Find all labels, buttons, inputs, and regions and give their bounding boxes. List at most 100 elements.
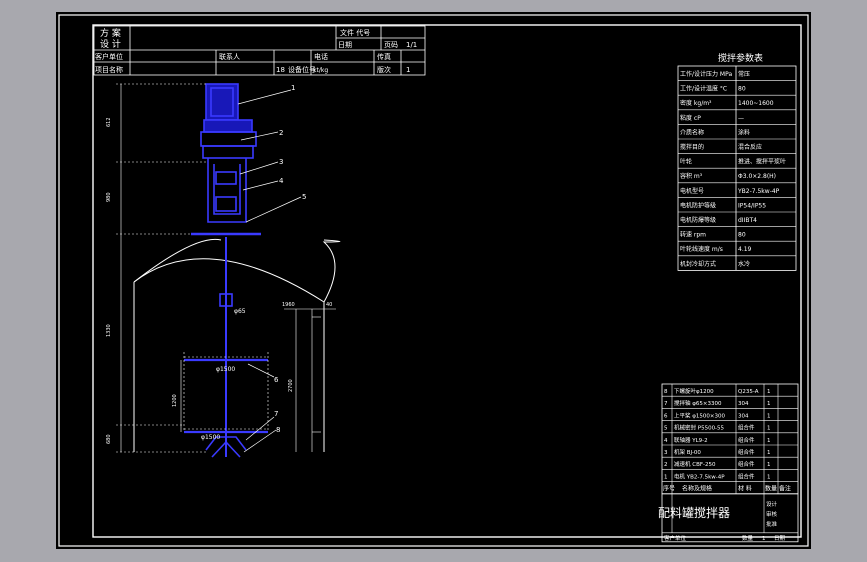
param-value: 1400~1600 [738, 100, 774, 107]
part-material: 组合件 [738, 448, 755, 456]
part-number-1: 1 [291, 84, 295, 92]
parts-header-name: 名称及规格 [682, 485, 712, 493]
param-label: 搅拌目的 [680, 143, 704, 151]
param-value: 4.19 [738, 246, 752, 253]
dim-top-right-a: 1960 [282, 302, 295, 308]
phone-label: 电话 [314, 52, 328, 61]
param-label: 电机型号 [680, 187, 704, 195]
part-qty: 1 [767, 450, 771, 456]
part-qty: 1 [767, 426, 771, 432]
scheme-label: 方 案 [100, 27, 121, 39]
page-label: 页码 [384, 41, 398, 49]
part-number-2: 2 [279, 129, 283, 137]
param-label: 工作/设计温度 °C [680, 85, 727, 93]
dim-vert-1: 1200 [172, 394, 178, 407]
part-number-6: 6 [274, 376, 279, 384]
param-value: YB2-7.5kw-4P [737, 188, 780, 195]
part-name: 下螺旋叶φ1200 [674, 387, 714, 395]
part-material: 组合件 [738, 460, 755, 468]
parts-header-qty: 数量 [765, 485, 777, 493]
footer-sheet-label: 数量 [742, 534, 754, 542]
dim-vert-2: 2700 [288, 379, 294, 392]
part-qty: 1 [767, 438, 771, 444]
footer-date-label: 日期 [774, 535, 786, 542]
part-qty: 1 [767, 474, 771, 480]
dim-side-2: 980 [106, 192, 112, 202]
part-no: 8 [664, 389, 668, 395]
param-label: 机封冷却方式 [680, 260, 716, 268]
drawing-canvas: 方 案 设 计 文件 代号 日期 页码 1/1 客户单位 联系人 电话 传真 项… [56, 12, 811, 549]
dim-side-3: 1330 [106, 324, 112, 337]
part-name: 上平桨 φ1500×300 [674, 411, 725, 419]
part-number-5: 5 [302, 193, 306, 201]
part-name: 机械密封 P5500-55 [674, 424, 725, 432]
footer-sheet-value: 1 [762, 536, 766, 542]
part-no: 5 [664, 426, 668, 432]
parts-header-no: 序号 [663, 485, 675, 493]
param-label: 叶轮线速度 m/s [680, 245, 723, 253]
param-value: dIIBT4 [738, 217, 757, 224]
dim-shaft: φ65 [234, 308, 246, 315]
part-qty: 1 [767, 462, 771, 468]
params-title: 搅拌参数表 [718, 52, 763, 64]
agitator-assembly [184, 83, 268, 458]
tank-vessel [133, 238, 341, 452]
file-code-label: 文件 代号 [340, 28, 370, 37]
part-no: 1 [664, 474, 668, 480]
part-material: 组合件 [738, 472, 755, 480]
part-name: 机架 BJ-00 [674, 448, 701, 456]
param-label: 容积 m³ [680, 172, 703, 180]
param-value: — [738, 115, 744, 122]
dim-top-right-b: 40 [326, 302, 332, 308]
dim-side-1: 612 [106, 117, 112, 127]
parts-header-material: 材 料 [738, 485, 752, 493]
param-label: 工作/设计压力 MPa [680, 70, 732, 78]
part-number-3: 3 [279, 158, 283, 166]
customer-label: 客户单位 [95, 52, 123, 61]
version-value: 1 [406, 66, 410, 74]
part-no: 4 [664, 438, 668, 444]
footer-company-label: 客户单位 [664, 534, 687, 542]
part-no: 6 [664, 413, 668, 419]
part-number-8: 8 [276, 426, 280, 434]
main-title: 配料罐搅拌器 [658, 505, 730, 520]
tag-label: 设备位号 [288, 65, 316, 74]
part-number-4: 4 [279, 177, 284, 185]
param-label: 密度 kg/m³ [680, 99, 712, 107]
signoff-check: 审核 [766, 510, 778, 518]
param-value: Φ3.0×2.8(H) [738, 173, 776, 180]
param-label: 电机防护等级 [680, 201, 716, 209]
param-label: 电机防爆等级 [680, 216, 716, 224]
param-label: 粘度 cP [680, 114, 701, 122]
fax-label: 传真 [377, 52, 391, 61]
project-label: 项目名称 [95, 65, 123, 74]
part-no: 2 [664, 462, 668, 468]
part-material: Q235-A [738, 389, 759, 395]
part-name: 联轴器 YL9-2 [674, 436, 708, 444]
tag-prefix: 18 [276, 66, 285, 74]
part-number-7: 7 [274, 410, 278, 418]
param-value: 混合反应 [738, 143, 762, 151]
version-label: 版次 [377, 65, 391, 74]
date-label: 日期 [338, 41, 352, 49]
cad-drawing: 方 案 设 计 文件 代号 日期 页码 1/1 客户单位 联系人 电话 传真 项… [58, 14, 809, 547]
part-qty: 1 [767, 389, 771, 395]
design-label: 设 计 [100, 38, 121, 50]
part-name: 搅拌轴 φ65×3300 [674, 399, 722, 407]
part-no: 7 [664, 401, 668, 407]
part-qty: 1 [767, 413, 771, 419]
signoff-approve: 批准 [766, 520, 778, 528]
param-value: 涂料 [738, 128, 750, 136]
parts-header-remark: 备注 [779, 485, 791, 493]
param-label: 转速 rpm [680, 231, 706, 239]
part-material: 组合件 [738, 424, 755, 432]
dim-top-blade: φ1500 [216, 366, 235, 373]
param-label: 叶轮 [680, 158, 692, 166]
dim-bottom-blade: φ1500 [201, 434, 220, 441]
param-label: 介质名称 [680, 128, 704, 136]
param-value: 80 [738, 86, 746, 93]
tag-suffix: kt/kg [313, 67, 328, 74]
contact-label: 联系人 [219, 52, 240, 61]
params-table: 工作/设计压力 MPa 常压工作/设计温度 °C 80 密度 kg/m³ 1400~16… [677, 65, 797, 271]
param-value: 80 [738, 232, 746, 239]
